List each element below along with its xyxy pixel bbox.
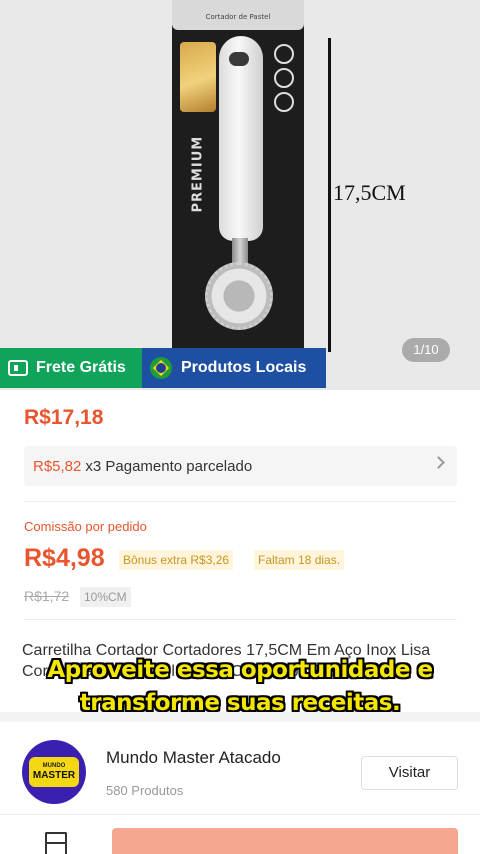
store-logo[interactable]: MUNDO MASTER	[22, 740, 86, 804]
dimension-line	[328, 38, 331, 352]
bottom-bar-divider	[0, 814, 480, 815]
local-products-label: Produtos Locais	[181, 359, 307, 376]
cutter-handle-hole	[229, 52, 249, 66]
visit-store-button[interactable]: Visitar	[361, 756, 458, 790]
installment-row[interactable]: R$5,82 x3 Pagamento parcelado	[24, 446, 457, 486]
chevron-right-icon	[432, 456, 445, 469]
installment-text: x3 Pagamento parcelado	[85, 457, 253, 475]
divider	[24, 619, 457, 620]
product-price: R$17,18	[24, 406, 104, 429]
cutter-handle	[219, 36, 263, 241]
dimension-label: 17,5CM	[333, 180, 406, 205]
deadline-tag: Faltam 18 dias.	[254, 550, 345, 570]
commission-label: Comissão por pedido	[24, 519, 147, 534]
product-image-carousel[interactable]: Cortador de Pastel PREMIUM 17,5CM 1/10	[0, 0, 480, 390]
subtitle-line-1: Aproveite essa oportunidade e	[47, 657, 433, 683]
pastry-photo	[180, 42, 216, 112]
store-logo-text-1: MUNDO	[42, 763, 66, 769]
section-gap	[0, 712, 480, 722]
store-logo-text-2: MASTER	[32, 770, 76, 781]
bonus-tag: Bônus extra R$3,26	[119, 550, 234, 570]
video-subtitle: Aproveite essa oportunidade e transforme…	[0, 654, 480, 720]
free-shipping-label: Frete Grátis	[36, 359, 126, 376]
installment-amount: R$5,82	[33, 457, 82, 475]
cutter-wheel	[205, 262, 273, 330]
image-pager: 1/10	[402, 338, 450, 362]
commission-value: R$4,98	[24, 544, 105, 572]
free-shipping-badge: Frete Grátis	[0, 348, 142, 388]
store-name[interactable]: Mundo Master Atacado	[106, 748, 281, 768]
local-products-badge: Produtos Locais	[142, 348, 326, 388]
truck-icon	[8, 360, 28, 376]
old-commission: R$1,72	[24, 588, 70, 604]
primary-action-button[interactable]	[112, 828, 458, 854]
store-product-count: 580 Produtos	[106, 783, 184, 798]
package-label: Cortador de Pastel	[205, 13, 271, 21]
brazil-flag-icon	[150, 357, 172, 379]
divider	[24, 501, 457, 502]
store-icon[interactable]	[45, 832, 67, 854]
package-label-strip: Cortador de Pastel	[172, 0, 304, 30]
brand-text: PREMIUM	[190, 135, 206, 213]
commission-percent: 10%CM	[80, 587, 131, 607]
package-feature-icons	[274, 44, 296, 116]
